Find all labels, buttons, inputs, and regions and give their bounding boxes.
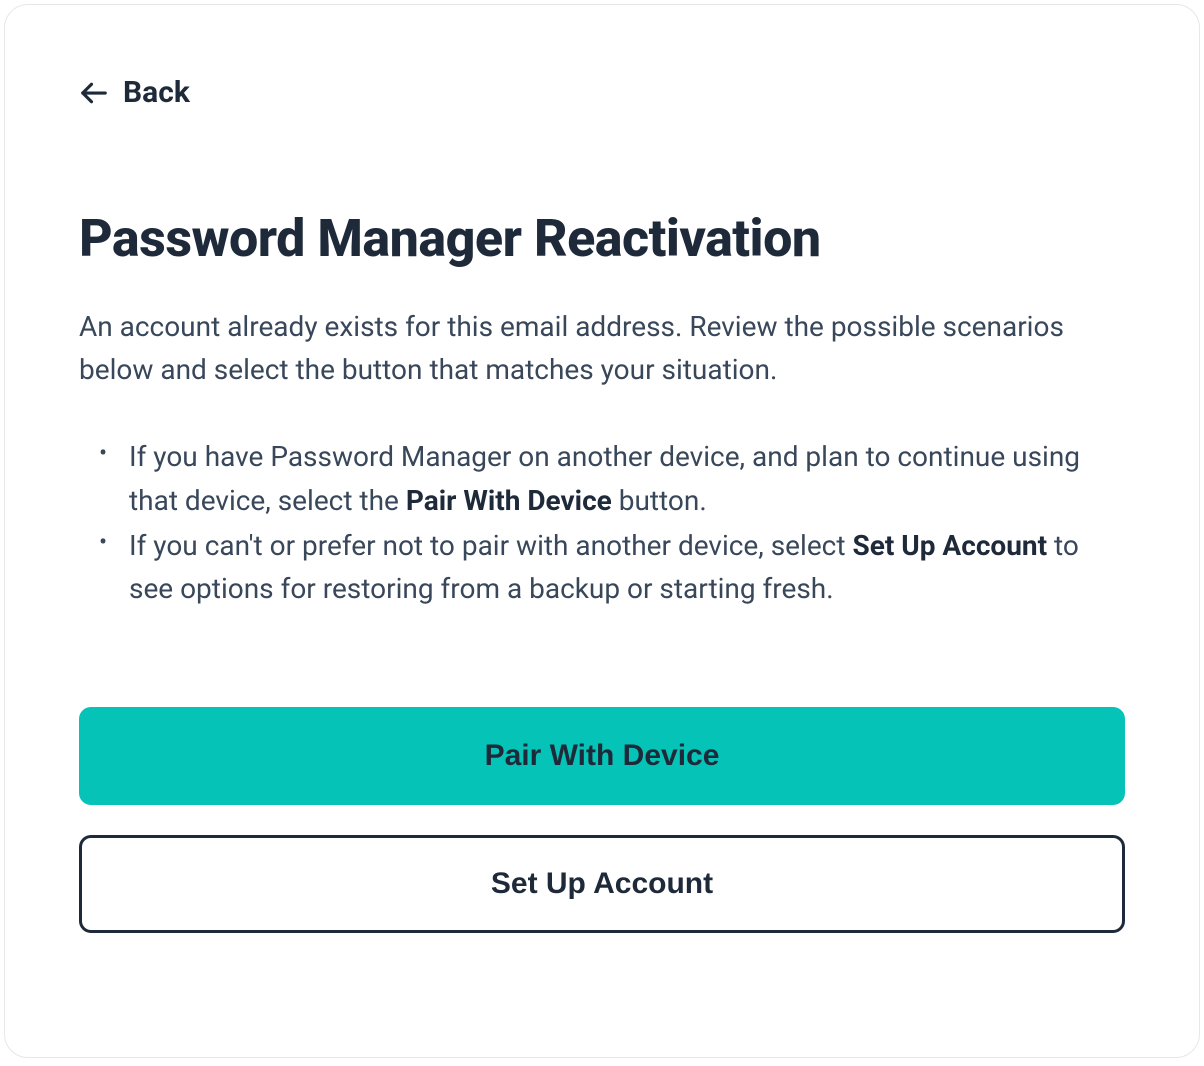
dialog-card: Back Password Manager Reactivation An ac… <box>4 4 1200 1058</box>
arrow-left-icon <box>79 78 109 108</box>
list-item-bold: Pair With Device <box>406 484 612 517</box>
button-group: Pair With Device Set Up Account <box>79 707 1125 933</box>
description-text: An account already exists for this email… <box>79 305 1125 392</box>
list-item-text-post: button. <box>612 484 707 517</box>
list-item-bold: Set Up Account <box>852 529 1047 562</box>
set-up-account-button[interactable]: Set Up Account <box>79 835 1125 933</box>
pair-with-device-button[interactable]: Pair With Device <box>79 707 1125 805</box>
page-title: Password Manager Reactivation <box>79 208 1125 269</box>
list-item: If you have Password Manager on another … <box>123 435 1125 522</box>
list-item: If you can't or prefer not to pair with … <box>123 524 1125 611</box>
back-link[interactable]: Back <box>79 75 190 110</box>
back-label: Back <box>123 75 190 110</box>
scenario-list: If you have Password Manager on another … <box>79 435 1125 611</box>
list-item-text-pre: If you can't or prefer not to pair with … <box>129 529 852 562</box>
